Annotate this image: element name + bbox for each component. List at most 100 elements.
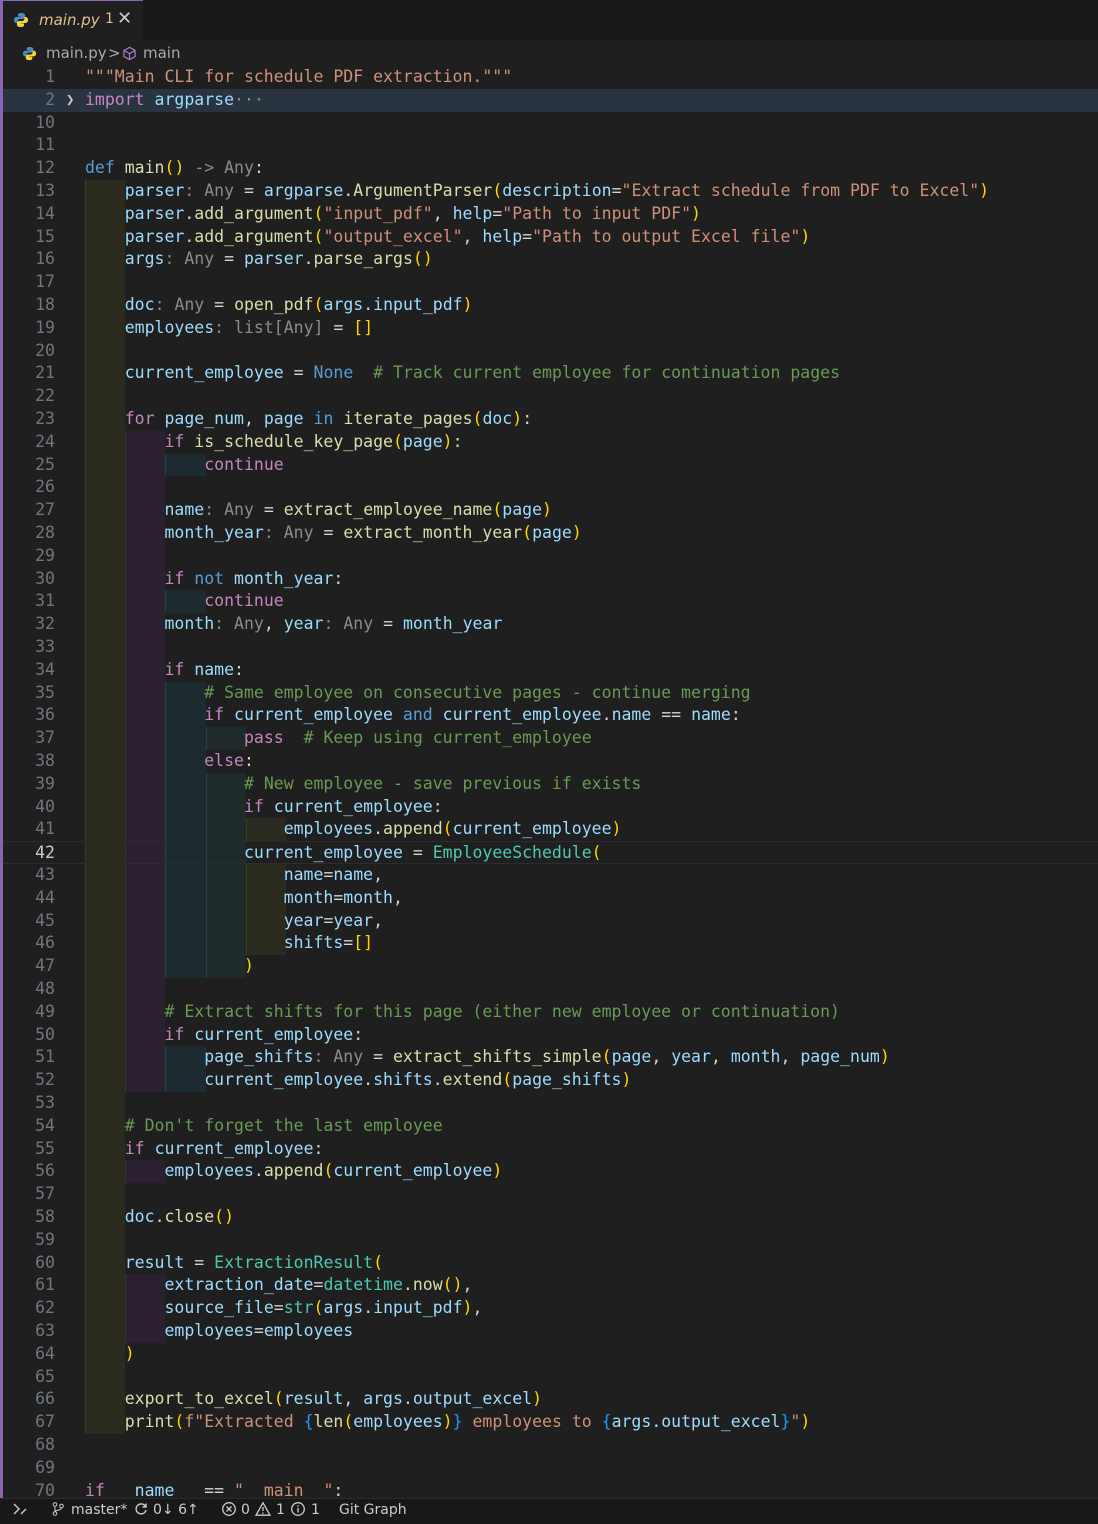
- code-text[interactable]: if not month_year:: [85, 568, 343, 591]
- code-line[interactable]: 20: [3, 340, 1098, 363]
- code-text[interactable]: shifts=[]: [85, 932, 373, 955]
- code-text[interactable]: if current_employee and current_employee…: [85, 704, 741, 727]
- code-line[interactable]: 58 doc.close(): [3, 1206, 1098, 1229]
- code-line[interactable]: 19 employees: list[Any] = []: [3, 317, 1098, 340]
- code-line[interactable]: 28 month_year: Any = extract_month_year(…: [3, 522, 1098, 545]
- git-branch-label[interactable]: master*: [71, 1502, 127, 1518]
- code-line[interactable]: 13 parser: Any = argparse.ArgumentParser…: [3, 180, 1098, 203]
- code-line[interactable]: 46 shifts=[]: [3, 932, 1098, 955]
- code-text[interactable]: if is_schedule_key_page(page):: [85, 431, 462, 454]
- breadcrumb-symbol[interactable]: main: [143, 44, 180, 62]
- code-text[interactable]: current_employee = EmployeeSchedule(: [85, 842, 602, 865]
- code-line[interactable]: 68: [3, 1434, 1098, 1457]
- code-line[interactable]: 56 employees.append(current_employee): [3, 1160, 1098, 1183]
- git-graph-button[interactable]: Git Graph: [339, 1502, 407, 1518]
- code-text[interactable]: def main() -> Any:: [85, 157, 264, 180]
- code-line[interactable]: 47 ): [3, 955, 1098, 978]
- code-text[interactable]: doc: Any = open_pdf(args.input_pdf): [85, 294, 473, 317]
- code-line[interactable]: 27 name: Any = extract_employee_name(pag…: [3, 499, 1098, 522]
- code-line[interactable]: 25 continue: [3, 454, 1098, 477]
- code-line[interactable]: 22: [3, 385, 1098, 408]
- code-line[interactable]: 53: [3, 1092, 1098, 1115]
- info-count[interactable]: 1: [311, 1502, 320, 1518]
- code-text[interactable]: current_employee.shifts.extend(page_shif…: [85, 1069, 631, 1092]
- code-line[interactable]: 70 if __name__ == "__main__":: [3, 1480, 1098, 1498]
- code-text[interactable]: employees=employees: [85, 1320, 353, 1343]
- code-text[interactable]: employees.append(current_employee): [85, 1160, 502, 1183]
- code-text[interactable]: if __name__ == "__main__":: [85, 1480, 343, 1498]
- code-line[interactable]: 63 employees=employees: [3, 1320, 1098, 1343]
- code-line[interactable]: 55 if current_employee:: [3, 1138, 1098, 1161]
- code-line[interactable]: 10: [3, 112, 1098, 135]
- code-line[interactable]: 49 # Extract shifts for this page (eithe…: [3, 1001, 1098, 1024]
- code-text[interactable]: # New employee - save previous if exists: [85, 773, 641, 796]
- warning-icon[interactable]: [254, 1501, 272, 1521]
- code-line[interactable]: 12 def main() -> Any:: [3, 157, 1098, 180]
- code-line[interactable]: 30 if not month_year:: [3, 568, 1098, 591]
- code-text[interactable]: current_employee = None # Track current …: [85, 362, 840, 385]
- code-text[interactable]: doc.close(): [85, 1206, 234, 1229]
- code-line[interactable]: 45 year=year,: [3, 910, 1098, 933]
- code-text[interactable]: if current_employee:: [85, 1024, 363, 1047]
- code-text[interactable]: name: Any = extract_employee_name(page): [85, 499, 552, 522]
- code-text[interactable]: month=month,: [85, 887, 403, 910]
- code-line[interactable]: 59: [3, 1229, 1098, 1252]
- code-line[interactable]: 48: [3, 978, 1098, 1001]
- code-line[interactable]: 60 result = ExtractionResult(: [3, 1252, 1098, 1275]
- code-line[interactable]: 29: [3, 545, 1098, 568]
- code-line[interactable]: 11: [3, 134, 1098, 157]
- code-text[interactable]: source_file=str(args.input_pdf),: [85, 1297, 482, 1320]
- code-line[interactable]: 14 parser.add_argument("input_pdf", help…: [3, 203, 1098, 226]
- code-text[interactable]: # Same employee on consecutive pages - c…: [85, 682, 750, 705]
- code-line[interactable]: 21 current_employee = None # Track curre…: [3, 362, 1098, 385]
- code-line[interactable]: 69: [3, 1457, 1098, 1480]
- sync-counts[interactable]: 0↓ 6↑: [153, 1502, 199, 1518]
- code-text[interactable]: parser.add_argument("input_pdf", help="P…: [85, 203, 701, 226]
- code-line[interactable]: 61 extraction_date=datetime.now(),: [3, 1274, 1098, 1297]
- code-text[interactable]: continue: [85, 454, 283, 477]
- code-line[interactable]: 31 continue: [3, 590, 1098, 613]
- sync-icon[interactable]: [133, 1501, 149, 1521]
- code-text[interactable]: args: Any = parser.parse_args(): [85, 248, 433, 271]
- code-text[interactable]: employees.append(current_employee): [85, 818, 622, 841]
- code-line[interactable]: 66 export_to_excel(result, args.output_e…: [3, 1388, 1098, 1411]
- code-line[interactable]: 23 for page_num, page in iterate_pages(d…: [3, 408, 1098, 431]
- code-text[interactable]: # Extract shifts for this page (either n…: [85, 1001, 840, 1024]
- code-text[interactable]: page_shifts: Any = extract_shifts_simple…: [85, 1046, 890, 1069]
- code-text[interactable]: export_to_excel(result, args.output_exce…: [85, 1388, 542, 1411]
- code-text[interactable]: parser: Any = argparse.ArgumentParser(de…: [85, 180, 989, 203]
- code-text[interactable]: month_year: Any = extract_month_year(pag…: [85, 522, 581, 545]
- code-line[interactable]: 39 # New employee - save previous if exi…: [3, 773, 1098, 796]
- code-line[interactable]: 2 ❯ import argparse···: [3, 88, 1098, 112]
- error-count[interactable]: 0: [241, 1502, 250, 1518]
- code-text[interactable]: if current_employee:: [85, 1138, 324, 1161]
- code-line[interactable]: 40 if current_employee:: [3, 796, 1098, 819]
- info-icon[interactable]: [290, 1501, 306, 1521]
- code-text[interactable]: parser.add_argument("output_excel", help…: [85, 226, 811, 249]
- code-line[interactable]: 38 else:: [3, 750, 1098, 773]
- code-line[interactable]: 44 month=month,: [3, 887, 1098, 910]
- code-text[interactable]: year=year,: [85, 910, 383, 933]
- code-line[interactable]: 37 pass # Keep using current_employee: [3, 727, 1098, 750]
- code-line[interactable]: 32 month: Any, year: Any = month_year: [3, 613, 1098, 636]
- code-text[interactable]: month: Any, year: Any = month_year: [85, 613, 502, 636]
- code-line[interactable]: 62 source_file=str(args.input_pdf),: [3, 1297, 1098, 1320]
- code-line[interactable]: 35 # Same employee on consecutive pages …: [3, 682, 1098, 705]
- code-line[interactable]: 51 page_shifts: Any = extract_shifts_sim…: [3, 1046, 1098, 1069]
- code-text[interactable]: employees: list[Any] = []: [85, 317, 373, 340]
- code-line[interactable]: 26: [3, 476, 1098, 499]
- code-line[interactable]: 15 parser.add_argument("output_excel", h…: [3, 226, 1098, 249]
- chevron-right-icon[interactable]: ❯: [66, 89, 74, 112]
- code-text[interactable]: name=name,: [85, 864, 383, 887]
- code-text[interactable]: # Don't forget the last employee: [85, 1115, 443, 1138]
- code-editor[interactable]: 1 """Main CLI for schedule PDF extraction…: [3, 66, 1098, 1498]
- code-line[interactable]: 33: [3, 636, 1098, 659]
- code-text[interactable]: ): [85, 955, 254, 978]
- error-icon[interactable]: [221, 1501, 237, 1521]
- code-text[interactable]: continue: [85, 590, 283, 613]
- code-text[interactable]: print(f"Extracted {len(employees)} emplo…: [85, 1411, 811, 1434]
- code-text[interactable]: result = ExtractionResult(: [85, 1252, 383, 1275]
- code-line[interactable]: 41 employees.append(current_employee): [3, 818, 1098, 841]
- breadcrumb-file[interactable]: main.py: [46, 44, 107, 62]
- remote-icon[interactable]: [12, 1501, 28, 1521]
